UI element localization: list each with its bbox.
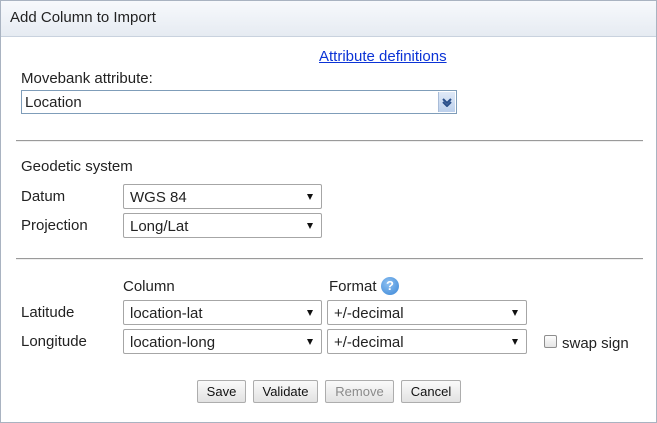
latitude-format-select[interactable]: +/-decimal: [327, 300, 527, 325]
dialog-title: Add Column to Import: [10, 9, 156, 26]
save-button[interactable]: Save: [197, 380, 246, 403]
datum-value: WGS 84: [130, 189, 187, 206]
add-column-dialog: Add Column to Import Attribute definitio…: [0, 0, 657, 423]
longitude-label: Longitude: [21, 333, 87, 350]
section-divider: [16, 140, 643, 142]
longitude-format-value: +/-decimal: [334, 334, 404, 351]
dropdown-arrow-icon: [512, 339, 518, 345]
projection-label: Projection: [21, 217, 88, 234]
latitude-column-select[interactable]: location-lat: [123, 300, 322, 325]
help-icon[interactable]: ?: [381, 277, 399, 295]
longitude-column-value: location-long: [130, 334, 216, 351]
latitude-label: Latitude: [21, 304, 75, 321]
geodetic-system-heading: Geodetic system: [21, 158, 133, 175]
projection-value: Long/Lat: [130, 218, 189, 235]
dropdown-arrow-icon: [307, 310, 313, 316]
section-divider: [16, 258, 643, 260]
format-header: Format: [329, 278, 377, 295]
column-header: Column: [123, 278, 175, 295]
swap-sign-label[interactable]: swap sign: [562, 335, 629, 352]
latitude-format-value: +/-decimal: [334, 305, 404, 322]
movebank-attribute-dropdown-button[interactable]: [438, 92, 455, 112]
chevron-down-icon: [442, 98, 452, 107]
swap-sign-checkbox[interactable]: [544, 335, 557, 348]
remove-button[interactable]: Remove: [325, 380, 394, 403]
longitude-column-select[interactable]: location-long: [123, 329, 322, 354]
movebank-attribute-select[interactable]: Location: [21, 90, 457, 114]
dropdown-arrow-icon: [512, 310, 518, 316]
dropdown-arrow-icon: [307, 194, 313, 200]
movebank-attribute-label: Movebank attribute:: [21, 70, 153, 87]
dialog-titlebar: Add Column to Import: [1, 1, 656, 37]
projection-select[interactable]: Long/Lat: [123, 213, 322, 238]
datum-select[interactable]: WGS 84: [123, 184, 322, 209]
cancel-button[interactable]: Cancel: [401, 380, 461, 403]
attribute-definitions-link[interactable]: Attribute definitions: [319, 48, 447, 65]
dropdown-arrow-icon: [307, 339, 313, 345]
longitude-format-select[interactable]: +/-decimal: [327, 329, 527, 354]
latitude-column-value: location-lat: [130, 305, 203, 322]
dropdown-arrow-icon: [307, 223, 313, 229]
datum-label: Datum: [21, 188, 66, 205]
validate-button[interactable]: Validate: [253, 380, 318, 403]
movebank-attribute-value: Location: [25, 94, 82, 111]
